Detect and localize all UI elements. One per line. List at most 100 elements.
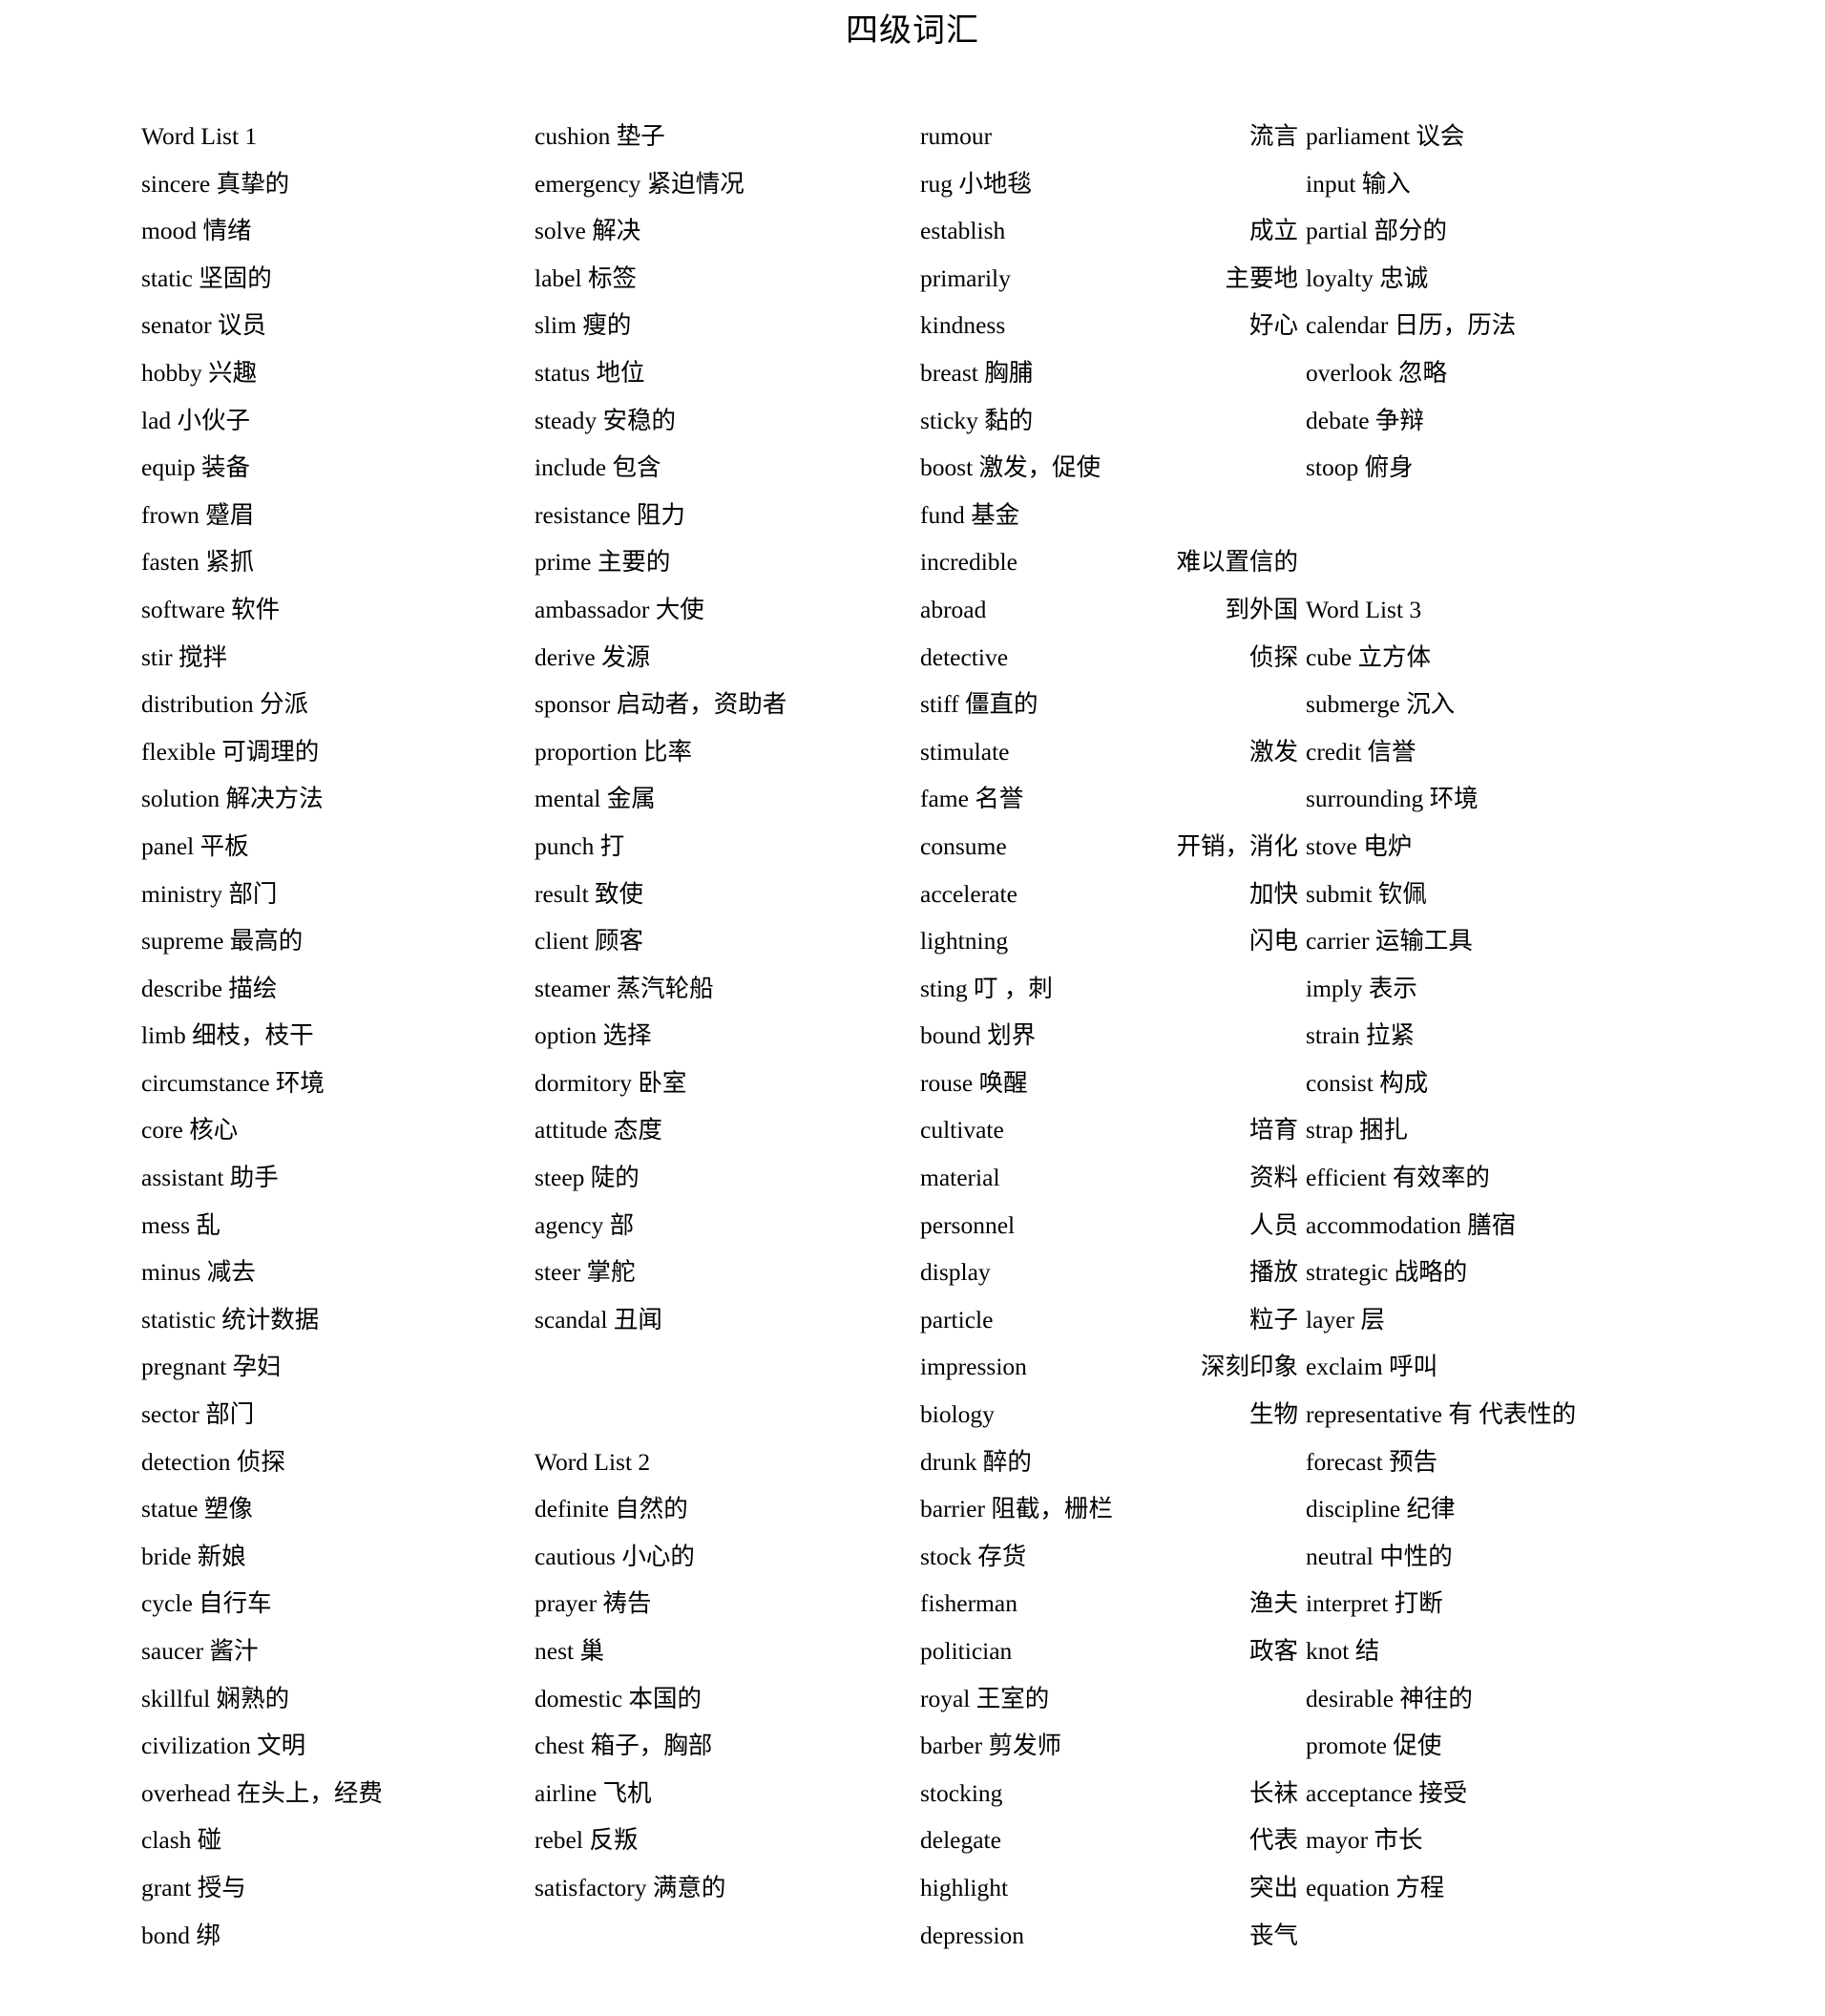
entry-translation: 瘦的 xyxy=(582,311,632,340)
vocabulary-entry: neutral 中性的 xyxy=(1306,1533,1697,1581)
entry-word: agency xyxy=(535,1210,604,1239)
entry-translation: 比率 xyxy=(643,737,693,766)
entry-translation: 侦探 xyxy=(1248,642,1298,671)
entry-word: detective xyxy=(920,642,1009,671)
vocabulary-entry: rebel 反叛 xyxy=(535,1816,912,1864)
entry-translation: 加快 xyxy=(1248,879,1298,908)
vocabulary-entry: hobby 兴趣 xyxy=(141,349,527,397)
entry-word: sector xyxy=(141,1400,199,1429)
vocabulary-entry: discipline 纪律 xyxy=(1306,1485,1697,1533)
entry-translation: 减去 xyxy=(206,1258,256,1287)
entry-word: mood xyxy=(141,217,198,245)
vocabulary-entry: drunk 醉的 xyxy=(920,1438,1298,1486)
entry-word: core xyxy=(141,1116,183,1144)
vocabulary-entry: label 标签 xyxy=(535,255,912,303)
entry-translation: 划界 xyxy=(987,1021,1037,1050)
vocabulary-entry: nest 巢 xyxy=(535,1628,912,1675)
entry-translation: 沉入 xyxy=(1406,690,1456,719)
vocabulary-entry: domestic 本国的 xyxy=(535,1675,912,1723)
vocabulary-entry: lightning 闪电 xyxy=(920,917,1298,965)
entry-word: stoop xyxy=(1306,453,1359,482)
vocabulary-entry: rouse 唤醒 xyxy=(920,1060,1298,1107)
vocabulary-column-1: Word List 1 sincere 真挚的 mood 情绪 static 坚固的 s… xyxy=(141,113,527,1959)
vocabulary-entry: submit 钦佩 xyxy=(1306,871,1697,918)
entry-word: mess xyxy=(141,1210,190,1239)
entry-word: steamer xyxy=(535,974,611,1002)
entry-translation: 塑像 xyxy=(203,1495,253,1523)
vocabulary-entry: ministry 部门 xyxy=(141,871,527,918)
entry-translation: 授与 xyxy=(197,1873,246,1901)
entry-word: strap xyxy=(1306,1116,1353,1144)
entry-translation: 层 xyxy=(1360,1305,1385,1334)
entry-translation: 蒸汽轮船 xyxy=(616,974,714,1002)
vocabulary-column-4: parliament 议会 input 输入 partial 部分的 loyalty … xyxy=(1298,113,1697,1912)
entry-translation: 致使 xyxy=(595,879,644,908)
vocabulary-entry: biology 生物 xyxy=(920,1391,1298,1438)
entry-translation: 日历，历法 xyxy=(1394,311,1517,340)
entry-translation: 卧室 xyxy=(638,1068,687,1097)
entry-translation: 议员 xyxy=(218,311,267,340)
entry-word: partial xyxy=(1306,217,1369,245)
vocabulary-entry: desirable 神往的 xyxy=(1306,1675,1697,1723)
entry-word: cushion xyxy=(535,122,611,150)
vocabulary-entry: carrier 运输工具 xyxy=(1306,917,1697,965)
entry-translation: 膳宿 xyxy=(1467,1210,1517,1239)
vocabulary-entry: ambassador 大使 xyxy=(535,586,912,634)
entry-translation: 小伙子 xyxy=(177,406,251,434)
vocabulary-entry: stiff 僵直的 xyxy=(920,681,1298,728)
entry-translation: 渔夫 xyxy=(1248,1589,1298,1618)
vocabulary-entry: option 选择 xyxy=(535,1012,912,1060)
entry-word: result xyxy=(535,879,589,908)
entry-word: minus xyxy=(141,1258,201,1287)
entry-translation: 播放 xyxy=(1248,1258,1298,1287)
vocabulary-entry: panel 平板 xyxy=(141,823,527,871)
entry-translation: 中性的 xyxy=(1379,1542,1453,1570)
vocabulary-entry: bond 绑 xyxy=(141,1912,527,1960)
entry-word: abroad xyxy=(920,595,987,623)
entry-translation: 政客 xyxy=(1248,1637,1298,1665)
vocabulary-entry: efficient 有效率的 xyxy=(1306,1154,1697,1202)
vocabulary-entry: depression 丧气 xyxy=(920,1912,1298,1960)
vocabulary-entry: fund 基金 xyxy=(920,492,1298,539)
entry-translation: 激发，促使 xyxy=(978,453,1101,482)
entry-word: prime xyxy=(535,548,592,577)
entry-translation: 有效率的 xyxy=(1392,1164,1490,1192)
vocabulary-entry: bound 划界 xyxy=(920,1012,1298,1060)
vocabulary-entry: overlook 忽略 xyxy=(1306,349,1697,397)
entry-translation: 启动者，资助者 xyxy=(616,690,787,719)
vocabulary-entry: submerge 沉入 xyxy=(1306,681,1697,728)
entry-translation: 小心的 xyxy=(621,1542,695,1570)
entry-word: cycle xyxy=(141,1589,193,1618)
vocabulary-entry: cautious 小心的 xyxy=(535,1533,912,1581)
vocabulary-entry: steamer 蒸汽轮船 xyxy=(535,965,912,1013)
entry-word: stiff xyxy=(920,690,959,719)
entry-translation: 满意的 xyxy=(652,1873,726,1901)
entry-word: attitude xyxy=(535,1116,608,1144)
entry-word: punch xyxy=(535,831,595,860)
entry-word: accelerate xyxy=(920,879,1017,908)
vocabulary-entry: breast 胸脯 xyxy=(920,349,1298,397)
vocabulary-entry: assistant 助手 xyxy=(141,1154,527,1202)
entry-translation: 标签 xyxy=(587,263,637,292)
entry-word: include xyxy=(535,453,607,482)
vocabulary-entry: client 顾客 xyxy=(535,917,912,965)
vocabulary-entry: delegate 代表 xyxy=(920,1816,1298,1864)
vocabulary-entry: statue 塑像 xyxy=(141,1485,527,1533)
entry-word: sting xyxy=(920,974,968,1002)
entry-translation: 呼叫 xyxy=(1389,1353,1438,1381)
vocabulary-entry: sponsor 启动者，资助者 xyxy=(535,681,912,728)
vocabulary-entry: static 坚固的 xyxy=(141,255,527,303)
entry-word: senator xyxy=(141,311,212,340)
vocabulary-entry: detective 侦探 xyxy=(920,634,1298,682)
entry-translation: 促使 xyxy=(1393,1732,1442,1760)
vocabulary-entry: prayer 祷告 xyxy=(535,1580,912,1628)
vocabulary-entry: software 软件 xyxy=(141,586,527,634)
entry-word: consist xyxy=(1306,1068,1374,1097)
vocabulary-entry: steer 掌舵 xyxy=(535,1249,912,1296)
entry-translation: 部门 xyxy=(205,1400,255,1429)
entry-word: satisfactory xyxy=(535,1873,647,1901)
vocabulary-entry: cube 立方体 xyxy=(1306,634,1697,682)
entry-word: sticky xyxy=(920,406,978,434)
entry-translation: 顾客 xyxy=(595,927,644,956)
entry-translation: 僵直的 xyxy=(965,690,1038,719)
